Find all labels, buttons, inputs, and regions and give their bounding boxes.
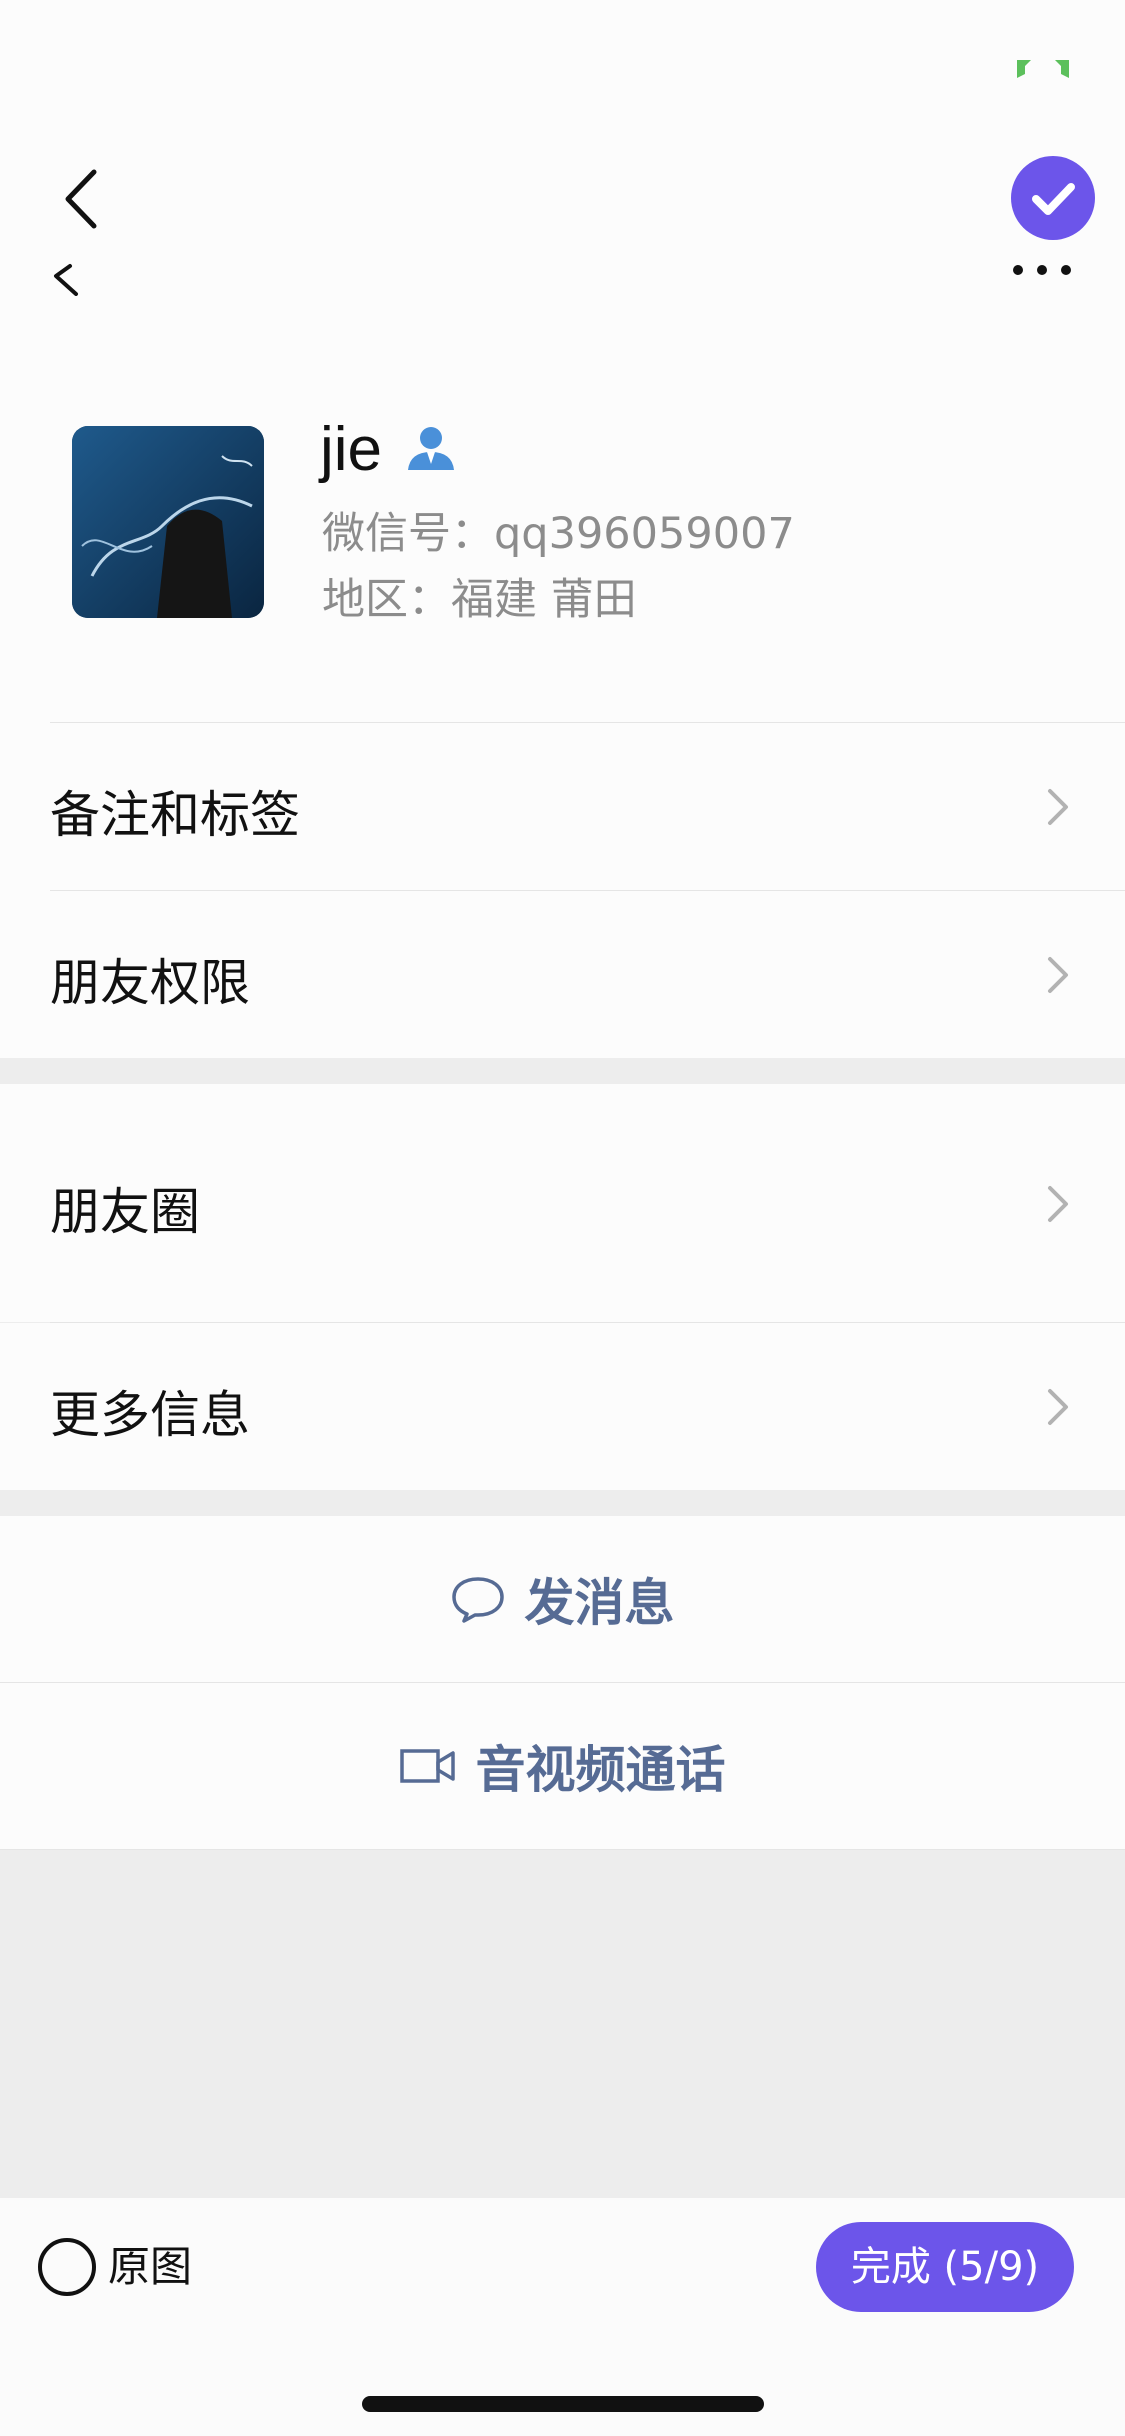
send-message-button[interactable]: 发消息 — [0, 1516, 1125, 1682]
home-indicator — [362, 2396, 764, 2412]
check-icon — [1032, 183, 1075, 215]
friend-permissions-row[interactable]: 朋友权限 — [0, 891, 1125, 1058]
contact-person-icon — [408, 427, 454, 470]
avatar[interactable] — [72, 426, 264, 618]
screen-recording-icon — [1017, 60, 1069, 78]
video-call-button[interactable]: 音视频通话 — [0, 1683, 1125, 1849]
more-dots-icon[interactable] — [1013, 262, 1071, 278]
select-check-button[interactable] — [1011, 156, 1095, 240]
moments-label: 朋友圈 — [50, 1183, 200, 1241]
original-image-radio[interactable] — [38, 2238, 96, 2296]
moments-row[interactable]: 朋友圈 — [0, 1084, 1125, 1322]
wechat-id: 微信号：qq396059007 — [322, 509, 795, 559]
chevron-right-icon — [1048, 1389, 1068, 1425]
back-icon[interactable] — [62, 168, 102, 230]
chevron-right-icon — [1048, 789, 1068, 825]
remarks-tags-row[interactable]: 备注和标签 — [0, 723, 1125, 890]
remarks-tags-label: 备注和标签 — [50, 786, 300, 844]
chat-bubble-icon — [451, 1577, 504, 1623]
region: 地区：福建 莆田 — [322, 575, 637, 625]
video-call-label: 音视频通话 — [475, 1741, 726, 1799]
chevron-right-icon — [1048, 957, 1068, 993]
more-info-row[interactable]: 更多信息 — [0, 1323, 1125, 1490]
video-camera-icon — [399, 1749, 455, 1783]
divider — [0, 1849, 1125, 1850]
section-gap — [0, 1058, 1125, 1084]
chevron-right-icon — [1048, 1186, 1068, 1222]
section-gap — [0, 1490, 1125, 1516]
profile-name: jie — [320, 415, 383, 484]
back-small-icon[interactable] — [52, 262, 82, 296]
send-message-label: 发消息 — [524, 1574, 675, 1632]
original-image-label[interactable]: 原图 — [108, 2236, 192, 2298]
more-info-label: 更多信息 — [50, 1386, 250, 1444]
done-button[interactable]: 完成 (5/9) — [816, 2222, 1074, 2312]
friend-permissions-label: 朋友权限 — [50, 954, 250, 1012]
